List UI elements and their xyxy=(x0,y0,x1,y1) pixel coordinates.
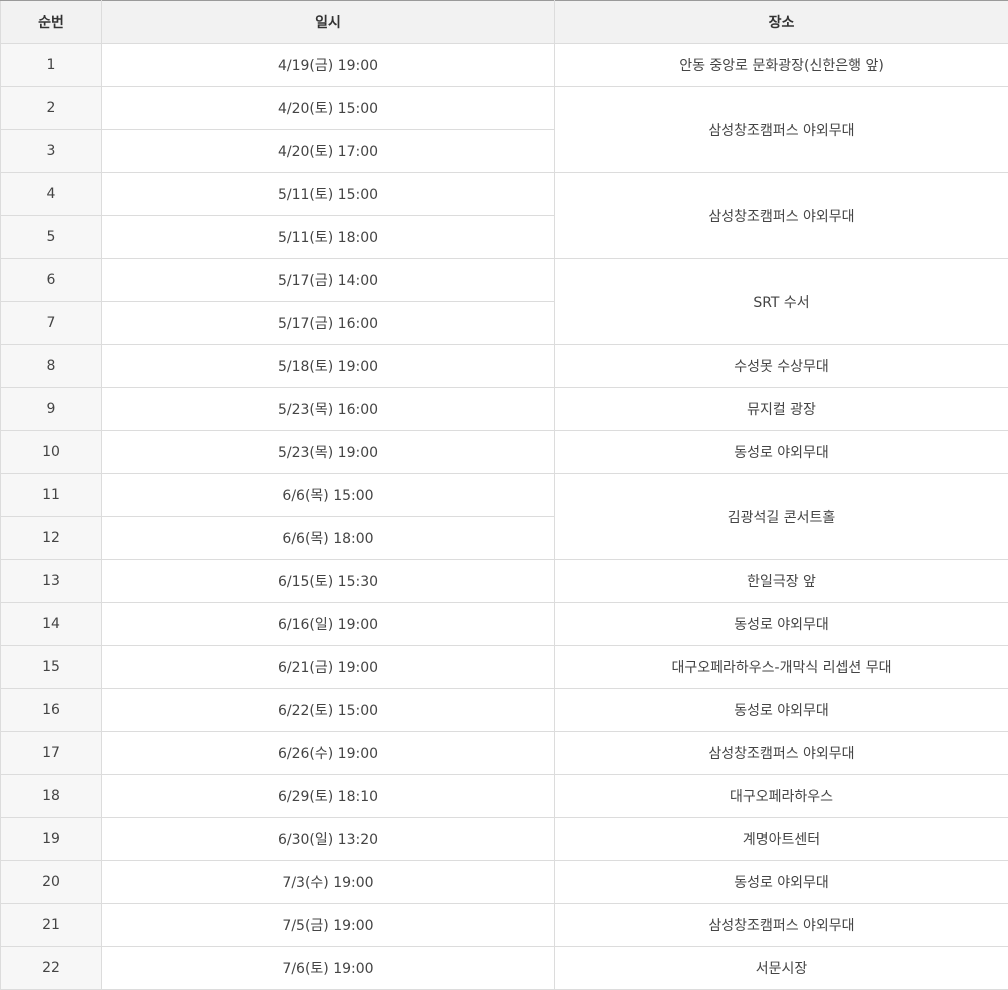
row-datetime: 6/16(일) 19:00 xyxy=(101,602,555,646)
row-place: 계명아트센터 xyxy=(554,817,1008,861)
table-row: 15 6/21(금) 19:00 대구오페라하우스-개막식 리셉션 무대 xyxy=(0,645,1008,689)
row-place: 동성로 야외무대 xyxy=(554,688,1008,732)
row-place: 동성로 야외무대 xyxy=(554,602,1008,646)
row-datetime: 6/21(금) 19:00 xyxy=(101,645,555,689)
row-number: 18 xyxy=(0,774,102,818)
table-row: 8 5/18(토) 19:00 수성못 수상무대 xyxy=(0,344,1008,388)
table-header: 순번 일시 장소 xyxy=(0,0,1008,44)
row-number: 10 xyxy=(0,430,102,474)
row-datetime: 6/6(목) 15:00 xyxy=(101,473,555,517)
row-place: SRT 수서 xyxy=(554,258,1008,345)
row-number: 19 xyxy=(0,817,102,861)
row-number: 6 xyxy=(0,258,102,302)
table-row: 16 6/22(토) 15:00 동성로 야외무대 xyxy=(0,688,1008,732)
header-row: 순번 일시 장소 xyxy=(0,0,1008,44)
table-row: 9 5/23(목) 16:00 뮤지컬 광장 xyxy=(0,387,1008,431)
row-datetime: 6/22(토) 15:00 xyxy=(101,688,555,732)
row-place: 대구오페라하우스 xyxy=(554,774,1008,818)
header-datetime: 일시 xyxy=(101,0,555,44)
row-datetime: 4/20(토) 15:00 xyxy=(101,86,555,130)
row-datetime: 5/17(금) 14:00 xyxy=(101,258,555,302)
row-datetime: 5/11(토) 15:00 xyxy=(101,172,555,216)
row-place: 삼성창조캠퍼스 야외무대 xyxy=(554,86,1008,173)
row-datetime: 7/5(금) 19:00 xyxy=(101,903,555,947)
table-row: 10 5/23(목) 19:00 동성로 야외무대 xyxy=(0,430,1008,474)
row-number: 20 xyxy=(0,860,102,904)
row-datetime: 7/6(토) 19:00 xyxy=(101,946,555,990)
row-datetime: 5/11(토) 18:00 xyxy=(101,215,555,259)
row-datetime: 4/20(토) 17:00 xyxy=(101,129,555,173)
header-number: 순번 xyxy=(0,0,102,44)
row-place: 수성못 수상무대 xyxy=(554,344,1008,388)
table-row: 1 4/19(금) 19:00 안동 중앙로 문화광장(신한은행 앞) xyxy=(0,43,1008,87)
row-place: 대구오페라하우스-개막식 리셉션 무대 xyxy=(554,645,1008,689)
table-row: 22 7/6(토) 19:00 서문시장 xyxy=(0,946,1008,990)
row-place: 삼성창조캠퍼스 야외무대 xyxy=(554,172,1008,259)
row-place: 동성로 야외무대 xyxy=(554,430,1008,474)
table-row: 2 4/20(토) 15:00 삼성창조캠퍼스 야외무대 xyxy=(0,86,1008,173)
row-place: 뮤지컬 광장 xyxy=(554,387,1008,431)
row-datetime: 6/6(목) 18:00 xyxy=(101,516,555,560)
row-number: 12 xyxy=(0,516,102,560)
row-datetime: 5/23(목) 16:00 xyxy=(101,387,555,431)
header-place: 장소 xyxy=(554,0,1008,44)
row-place: 동성로 야외무대 xyxy=(554,860,1008,904)
row-number: 4 xyxy=(0,172,102,216)
table-row: 19 6/30(일) 13:20 계명아트센터 xyxy=(0,817,1008,861)
table-row: 13 6/15(토) 15:30 한일극장 앞 xyxy=(0,559,1008,603)
table-row: 21 7/5(금) 19:00 삼성창조캠퍼스 야외무대 xyxy=(0,903,1008,947)
row-datetime: 5/23(목) 19:00 xyxy=(101,430,555,474)
row-datetime: 6/29(토) 18:10 xyxy=(101,774,555,818)
row-datetime: 6/15(토) 15:30 xyxy=(101,559,555,603)
row-place: 삼성창조캠퍼스 야외무대 xyxy=(554,731,1008,775)
row-datetime: 7/3(수) 19:00 xyxy=(101,860,555,904)
row-number: 11 xyxy=(0,473,102,517)
row-number: 13 xyxy=(0,559,102,603)
row-number: 15 xyxy=(0,645,102,689)
row-place: 삼성창조캠퍼스 야외무대 xyxy=(554,903,1008,947)
row-place: 서문시장 xyxy=(554,946,1008,990)
row-datetime: 6/30(일) 13:20 xyxy=(101,817,555,861)
row-number: 8 xyxy=(0,344,102,388)
row-place: 김광석길 콘서트홀 xyxy=(554,473,1008,560)
row-number: 22 xyxy=(0,946,102,990)
row-number: 16 xyxy=(0,688,102,732)
row-number: 2 xyxy=(0,86,102,130)
row-datetime: 4/19(금) 19:00 xyxy=(101,43,555,87)
row-datetime: 5/17(금) 16:00 xyxy=(101,301,555,345)
table-row: 20 7/3(수) 19:00 동성로 야외무대 xyxy=(0,860,1008,904)
table-row: 14 6/16(일) 19:00 동성로 야외무대 xyxy=(0,602,1008,646)
row-number: 7 xyxy=(0,301,102,345)
row-number: 5 xyxy=(0,215,102,259)
row-datetime: 5/18(토) 19:00 xyxy=(101,344,555,388)
row-datetime: 6/26(수) 19:00 xyxy=(101,731,555,775)
schedule-table: 순번 일시 장소 1 4/19(금) 19:00 안동 중앙로 문화광장(신한은행 … xyxy=(0,0,1008,990)
row-number: 21 xyxy=(0,903,102,947)
row-number: 1 xyxy=(0,43,102,87)
table-row: 4 5/11(토) 15:00 삼성창조캠퍼스 야외무대 xyxy=(0,172,1008,259)
table-row: 18 6/29(토) 18:10 대구오페라하우스 xyxy=(0,774,1008,818)
row-number: 9 xyxy=(0,387,102,431)
table-row: 6 5/17(금) 14:00 SRT 수서 xyxy=(0,258,1008,345)
row-place: 한일극장 앞 xyxy=(554,559,1008,603)
row-number: 17 xyxy=(0,731,102,775)
row-number: 3 xyxy=(0,129,102,173)
table-row: 17 6/26(수) 19:00 삼성창조캠퍼스 야외무대 xyxy=(0,731,1008,775)
row-place: 안동 중앙로 문화광장(신한은행 앞) xyxy=(554,43,1008,87)
table-body: 1 4/19(금) 19:00 안동 중앙로 문화광장(신한은행 앞) 2 4/20(토… xyxy=(0,43,1008,990)
table-row: 11 6/6(목) 15:00 김광석길 콘서트홀 xyxy=(0,473,1008,560)
row-number: 14 xyxy=(0,602,102,646)
